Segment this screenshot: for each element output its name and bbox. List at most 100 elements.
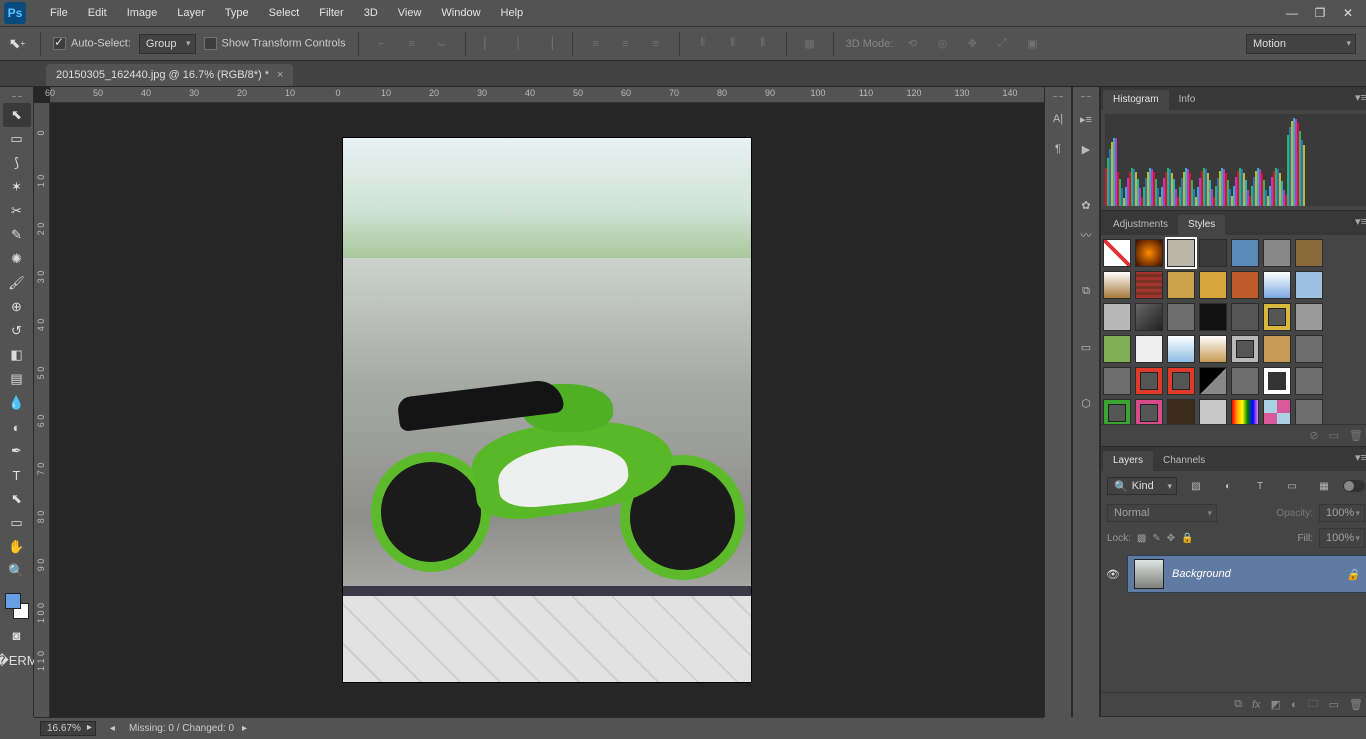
- menu-help[interactable]: Help: [491, 0, 534, 27]
- link-layers-icon[interactable]: ⧉: [1234, 698, 1242, 711]
- brush-tool[interactable]: 🖌: [3, 271, 31, 295]
- menu-filter[interactable]: Filter: [309, 0, 353, 27]
- align-top-icon[interactable]: ⌐: [371, 33, 393, 55]
- style-swatch[interactable]: [1295, 335, 1323, 363]
- spot-heal-tool[interactable]: ✺: [3, 247, 31, 271]
- foreground-color-swatch[interactable]: [5, 593, 21, 609]
- 3d-orbit-icon[interactable]: ⟲: [901, 33, 923, 55]
- move-tool[interactable]: ⬉: [3, 103, 31, 127]
- style-swatch[interactable]: [1231, 399, 1259, 424]
- toolbox-grip[interactable]: [0, 91, 33, 101]
- workspace-dropdown[interactable]: Motion: [1246, 34, 1356, 54]
- 3d-slide-icon[interactable]: ⤢: [991, 33, 1013, 55]
- brush-presets-icon[interactable]: 〰: [1073, 223, 1099, 247]
- style-swatch[interactable]: [1135, 335, 1163, 363]
- filter-adjust-icon[interactable]: ◐: [1215, 474, 1241, 498]
- style-swatch[interactable]: [1103, 367, 1131, 395]
- tab-layers[interactable]: Layers: [1103, 451, 1153, 471]
- group-icon[interactable]: 🗀: [1308, 695, 1319, 714]
- gradient-tool[interactable]: ▤: [3, 367, 31, 391]
- new-style-icon[interactable]: ▭: [1329, 429, 1339, 442]
- show-transform-checkbox[interactable]: Show Transform Controls: [204, 37, 346, 50]
- layer-row[interactable]: Background 🔒: [1127, 555, 1366, 593]
- style-swatch[interactable]: [1135, 399, 1163, 424]
- minimize-button[interactable]: ―: [1278, 2, 1306, 24]
- menu-layer[interactable]: Layer: [167, 0, 215, 27]
- 3d-zoom-icon[interactable]: ▣: [1021, 33, 1043, 55]
- style-swatch[interactable]: [1199, 303, 1227, 331]
- style-swatch[interactable]: [1199, 367, 1227, 395]
- align-hcenter-icon[interactable]: │: [508, 33, 530, 55]
- blur-tool[interactable]: 💧: [3, 391, 31, 415]
- clone-source-icon[interactable]: ⧉: [1073, 279, 1099, 303]
- style-swatch[interactable]: [1231, 271, 1259, 299]
- tab-adjustments[interactable]: Adjustments: [1103, 215, 1178, 235]
- lock-transparent-icon[interactable]: ▩: [1137, 533, 1146, 544]
- lock-position-icon[interactable]: ✥: [1167, 533, 1175, 544]
- sync-prev-icon[interactable]: ◂: [110, 723, 115, 734]
- type-tool[interactable]: T: [3, 463, 31, 487]
- blend-mode-dropdown[interactable]: Normal: [1107, 504, 1217, 522]
- style-swatch[interactable]: [1199, 335, 1227, 363]
- style-swatch[interactable]: [1167, 271, 1195, 299]
- style-swatch[interactable]: [1167, 239, 1195, 267]
- path-select-tool[interactable]: ⬉: [3, 487, 31, 511]
- style-swatch[interactable]: [1231, 239, 1259, 267]
- history-brush-tool[interactable]: ↺: [3, 319, 31, 343]
- style-swatch[interactable]: [1231, 303, 1259, 331]
- distribute-bottom-icon[interactable]: ≡: [645, 33, 667, 55]
- lock-all-icon[interactable]: 🔒: [1181, 533, 1193, 544]
- style-swatch[interactable]: [1295, 271, 1323, 299]
- menu-view[interactable]: View: [388, 0, 432, 27]
- tab-info[interactable]: Info: [1169, 90, 1206, 110]
- 3d-panel-icon[interactable]: ⬡: [1073, 391, 1099, 415]
- filter-shape-icon[interactable]: ▭: [1279, 474, 1305, 498]
- style-swatch[interactable]: [1135, 239, 1163, 267]
- tab-channels[interactable]: Channels: [1153, 451, 1215, 471]
- lock-paint-icon[interactable]: ✎: [1152, 533, 1160, 544]
- close-button[interactable]: ✕: [1334, 2, 1362, 24]
- filter-type-icon[interactable]: T: [1247, 474, 1273, 498]
- style-swatch[interactable]: [1199, 239, 1227, 267]
- character-panel-icon[interactable]: A|: [1045, 107, 1071, 131]
- canvas-viewport[interactable]: [50, 103, 1044, 717]
- style-swatch[interactable]: [1263, 239, 1291, 267]
- no-style-icon[interactable]: ⊘: [1309, 429, 1318, 442]
- crop-tool[interactable]: ✂: [3, 199, 31, 223]
- style-swatch[interactable]: [1199, 399, 1227, 424]
- menu-image[interactable]: Image: [117, 0, 168, 27]
- dock-grip[interactable]: [1073, 91, 1099, 101]
- style-swatch[interactable]: [1263, 399, 1291, 424]
- document-image[interactable]: [343, 138, 751, 682]
- panel-menu-icon[interactable]: ▾≡: [1355, 451, 1366, 464]
- paragraph-panel-icon[interactable]: ¶: [1045, 137, 1071, 161]
- zoom-tool[interactable]: 🔍: [3, 559, 31, 583]
- align-right-icon[interactable]: ▕: [538, 33, 560, 55]
- menu-3d[interactable]: 3D: [354, 0, 388, 27]
- style-swatch[interactable]: [1135, 303, 1163, 331]
- fill-adjust-icon[interactable]: ◐: [1291, 699, 1298, 711]
- play-panel-icon[interactable]: ▶: [1073, 137, 1099, 161]
- style-swatch[interactable]: [1103, 335, 1131, 363]
- quick-mask-icon[interactable]: ◙: [3, 623, 31, 647]
- pen-tool[interactable]: ✒: [3, 439, 31, 463]
- layer-filter-dropdown[interactable]: 🔍Kind: [1107, 477, 1177, 495]
- filter-smart-icon[interactable]: ▦: [1311, 474, 1337, 498]
- hand-tool[interactable]: ✋: [3, 535, 31, 559]
- style-swatch[interactable]: [1103, 399, 1131, 424]
- shape-tool[interactable]: ▭: [3, 511, 31, 535]
- dock-grip[interactable]: [1045, 91, 1071, 101]
- auto-align-icon[interactable]: ▦: [799, 33, 821, 55]
- marquee-tool[interactable]: ▭: [3, 127, 31, 151]
- tab-styles[interactable]: Styles: [1178, 215, 1225, 235]
- style-swatch[interactable]: [1295, 239, 1323, 267]
- menu-select[interactable]: Select: [259, 0, 310, 27]
- lasso-tool[interactable]: ⟆: [3, 151, 31, 175]
- clone-tool[interactable]: ⊕: [3, 295, 31, 319]
- eraser-tool[interactable]: ◧: [3, 343, 31, 367]
- style-swatch[interactable]: [1167, 367, 1195, 395]
- menu-file[interactable]: File: [40, 0, 78, 27]
- close-tab-icon[interactable]: ×: [277, 69, 283, 81]
- fill-input[interactable]: 100%: [1319, 528, 1365, 548]
- new-layer-icon[interactable]: ▭: [1329, 698, 1339, 711]
